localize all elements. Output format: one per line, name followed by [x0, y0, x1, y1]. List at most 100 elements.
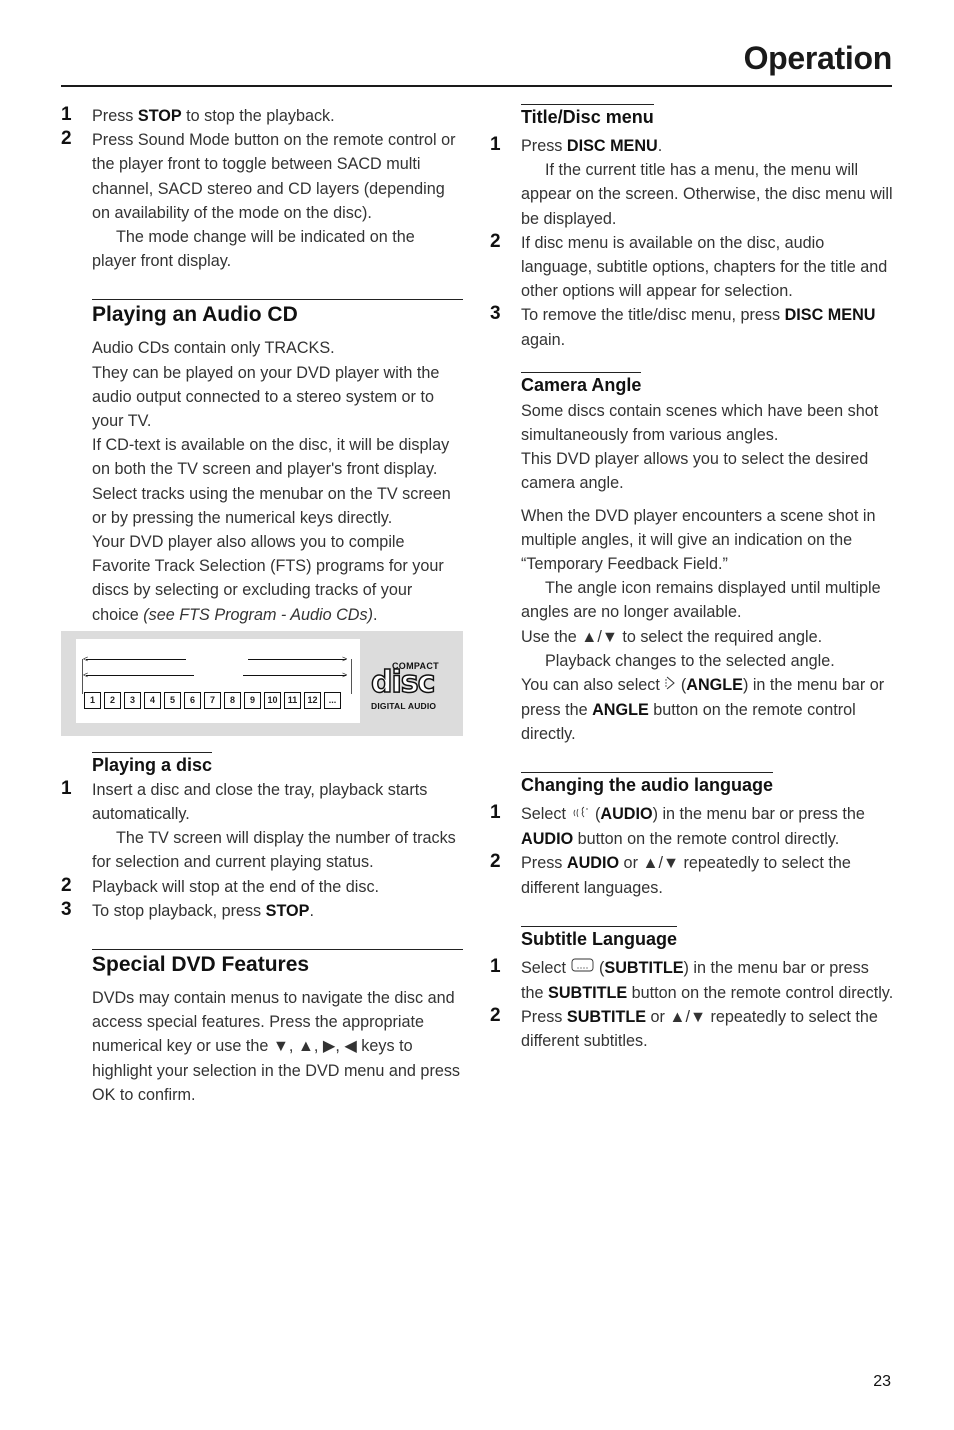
up-down-keys-icon: ▲/▼	[581, 627, 618, 646]
logo-disc-text: disc	[370, 664, 436, 701]
track-list: 1 2 3 4 5 6 7 8 9 10 11 12 ...	[84, 691, 344, 709]
subtitle-key-label: SUBTITLE	[604, 958, 684, 977]
disc-menu-key-label: DISC MENU	[784, 306, 876, 325]
track-box: 11	[284, 691, 301, 709]
track-box: 5	[164, 691, 181, 709]
step-number: 2	[61, 874, 72, 896]
intro-step-2: 2 Press Sound Mode button on the remote …	[61, 128, 463, 273]
arrow-left-line	[86, 658, 186, 660]
arrow-right-line	[248, 658, 346, 660]
arrow-left-icon: <	[83, 653, 89, 664]
track-diagram: < < > > 1 2 3 4 5 6 7 8 9 10 11 12 ...	[76, 638, 360, 723]
playing-disc-step-1: 1 Insert a disc and close the tray, play…	[61, 778, 463, 875]
audio-key-label: AUDIO	[600, 805, 653, 824]
right-bracket	[351, 658, 352, 694]
stop-key-label: STOP	[265, 901, 310, 920]
step-number: 1	[490, 955, 501, 977]
paragraph: This DVD player allows you to select the…	[521, 450, 869, 493]
arrow-left-line	[86, 674, 194, 676]
track-box: ...	[324, 691, 341, 709]
playing-disc-step-3: 3 To stop playback, press STOP.	[61, 899, 463, 923]
step-text: Press Sound Mode button on the remote co…	[92, 131, 456, 222]
page-title: Operation	[743, 40, 893, 76]
up-down-keys-icon: ▲/▼	[669, 1007, 706, 1026]
step-number: 3	[490, 303, 501, 325]
track-box: 10	[264, 691, 281, 709]
logo-digital-audio-text: DIGITAL AUDIO	[371, 700, 437, 711]
step-note: The TV screen will display the number of…	[92, 829, 456, 872]
right-column: Title/Disc menu 1 Press DISC MENU. If th…	[490, 104, 894, 1053]
step-number: 1	[61, 104, 72, 125]
audio-icon	[571, 803, 591, 827]
step-number: 1	[61, 777, 72, 799]
track-box: 4	[144, 691, 161, 709]
track-box: 1	[84, 691, 101, 709]
subtitle-icon	[571, 956, 595, 980]
paragraph: Audio CDs contain only TRACKS.	[92, 339, 335, 358]
subtitle-step-2: 2 Press SUBTITLE or ▲/▼ repeatedly to se…	[490, 1004, 878, 1050]
step-text: Playback will stop at the end of the dis…	[92, 877, 380, 896]
section-heading-special-dvd: Special DVD Features	[92, 949, 463, 978]
step-number: 2	[61, 128, 72, 150]
track-box: 12	[304, 691, 321, 709]
disc-menu-key-label: DISC MENU	[566, 137, 658, 155]
step-number: 2	[490, 851, 501, 873]
audio-cd-body: Audio CDs contain only TRACKS. They can …	[92, 336, 463, 626]
step-text: to stop the playback.	[181, 107, 335, 125]
section-heading-audio-cd: Playing an Audio CD	[92, 299, 463, 328]
playing-disc-step-2: 2 Playback will stop at the end of the d…	[61, 875, 463, 899]
track-box: 3	[124, 691, 141, 709]
section-heading-title-disc-menu: Title/Disc menu	[521, 104, 654, 128]
up-down-keys-icon: ▲/▼	[642, 854, 679, 873]
step-number: 2	[490, 230, 501, 252]
title-rule	[61, 85, 892, 87]
angle-key-label: ANGLE	[592, 700, 649, 719]
title-menu-step-3: 3 To remove the title/disc menu, press D…	[490, 303, 876, 349]
navigation-keys-icons: ▼, ▲, ▶, ◀	[272, 1037, 357, 1056]
special-dvd-body: DVDs may contain menus to navigate the d…	[92, 989, 461, 1104]
track-figure: < < > > 1 2 3 4 5 6 7 8 9 10 11 12 ... C…	[61, 630, 463, 736]
angle-icon	[664, 674, 676, 698]
section-heading-playing-disc: Playing a disc	[92, 751, 213, 776]
paragraph: If CD-text is available on the disc, it …	[92, 436, 450, 479]
section-heading-audio-language: Changing the audio language	[521, 772, 773, 796]
compact-disc-logo: COMPACT disc DIGITAL AUDIO	[369, 661, 449, 713]
section-heading-camera-angle: Camera Angle	[521, 371, 642, 396]
cross-reference: (see FTS Program - Audio CDs)	[143, 605, 373, 624]
track-box: 6	[184, 691, 201, 709]
audio-key-label: AUDIO	[566, 854, 620, 873]
step-number: 1	[490, 802, 501, 824]
angle-key-label: ANGLE	[686, 676, 743, 695]
arrow-right-icon: >	[342, 669, 348, 680]
intro-step-1: 1 Press STOP to stop the playback.	[61, 104, 463, 128]
step-number: 3	[61, 898, 72, 920]
title-menu-step-2: 2 If disc menu is available on the disc,…	[490, 231, 894, 304]
audio-key-label: AUDIO	[521, 830, 574, 849]
page-number: 23	[873, 1373, 891, 1390]
arrow-right-line	[243, 674, 346, 676]
arrow-left-icon: <	[83, 669, 89, 680]
step-number: 2	[490, 1004, 501, 1026]
left-column: 1 Press STOP to stop the playback. 2 Pre…	[61, 104, 463, 1107]
section-heading-subtitle-language: Subtitle Language	[521, 925, 678, 950]
track-box: 8	[224, 691, 241, 709]
stop-key-label: STOP	[137, 107, 182, 125]
step-text: If disc menu is available on the disc, a…	[521, 233, 888, 301]
step-note: The mode change will be indicated on the…	[92, 228, 415, 271]
note: The angle icon remains displayed until m…	[521, 579, 881, 622]
paragraph: Your DVD player also allows you to compi…	[92, 533, 444, 624]
arrow-right-icon: >	[342, 653, 348, 664]
subtitle-step-1: 1 Select (SUBTITLE) in the menu bar or p…	[490, 955, 894, 1002]
audio-language-step-1: 1 Select (AUDIO) in the menu bar or pres…	[490, 802, 865, 849]
step-text: Insert a disc and close the tray, playba…	[92, 780, 428, 824]
audio-language-step-2: 2 Press AUDIO or ▲/▼ repeatedly to selec…	[490, 851, 851, 897]
camera-angle-body: Some discs contain scenes which have bee…	[521, 399, 894, 746]
paragraph: Some discs contain scenes which have bee…	[521, 401, 879, 445]
paragraph: Select tracks using the menubar on the T…	[92, 484, 451, 527]
step-number: 1	[490, 134, 501, 155]
title-menu-step-1: 1 Press DISC MENU. If the current title …	[490, 134, 894, 231]
track-box: 9	[244, 691, 261, 709]
paragraph: They can be played on your DVD player wi…	[92, 363, 440, 431]
paragraph: Use the ▲/▼ to select the required angle…	[521, 627, 823, 646]
paragraph: When the DVD player encounters a scene s…	[521, 506, 876, 574]
